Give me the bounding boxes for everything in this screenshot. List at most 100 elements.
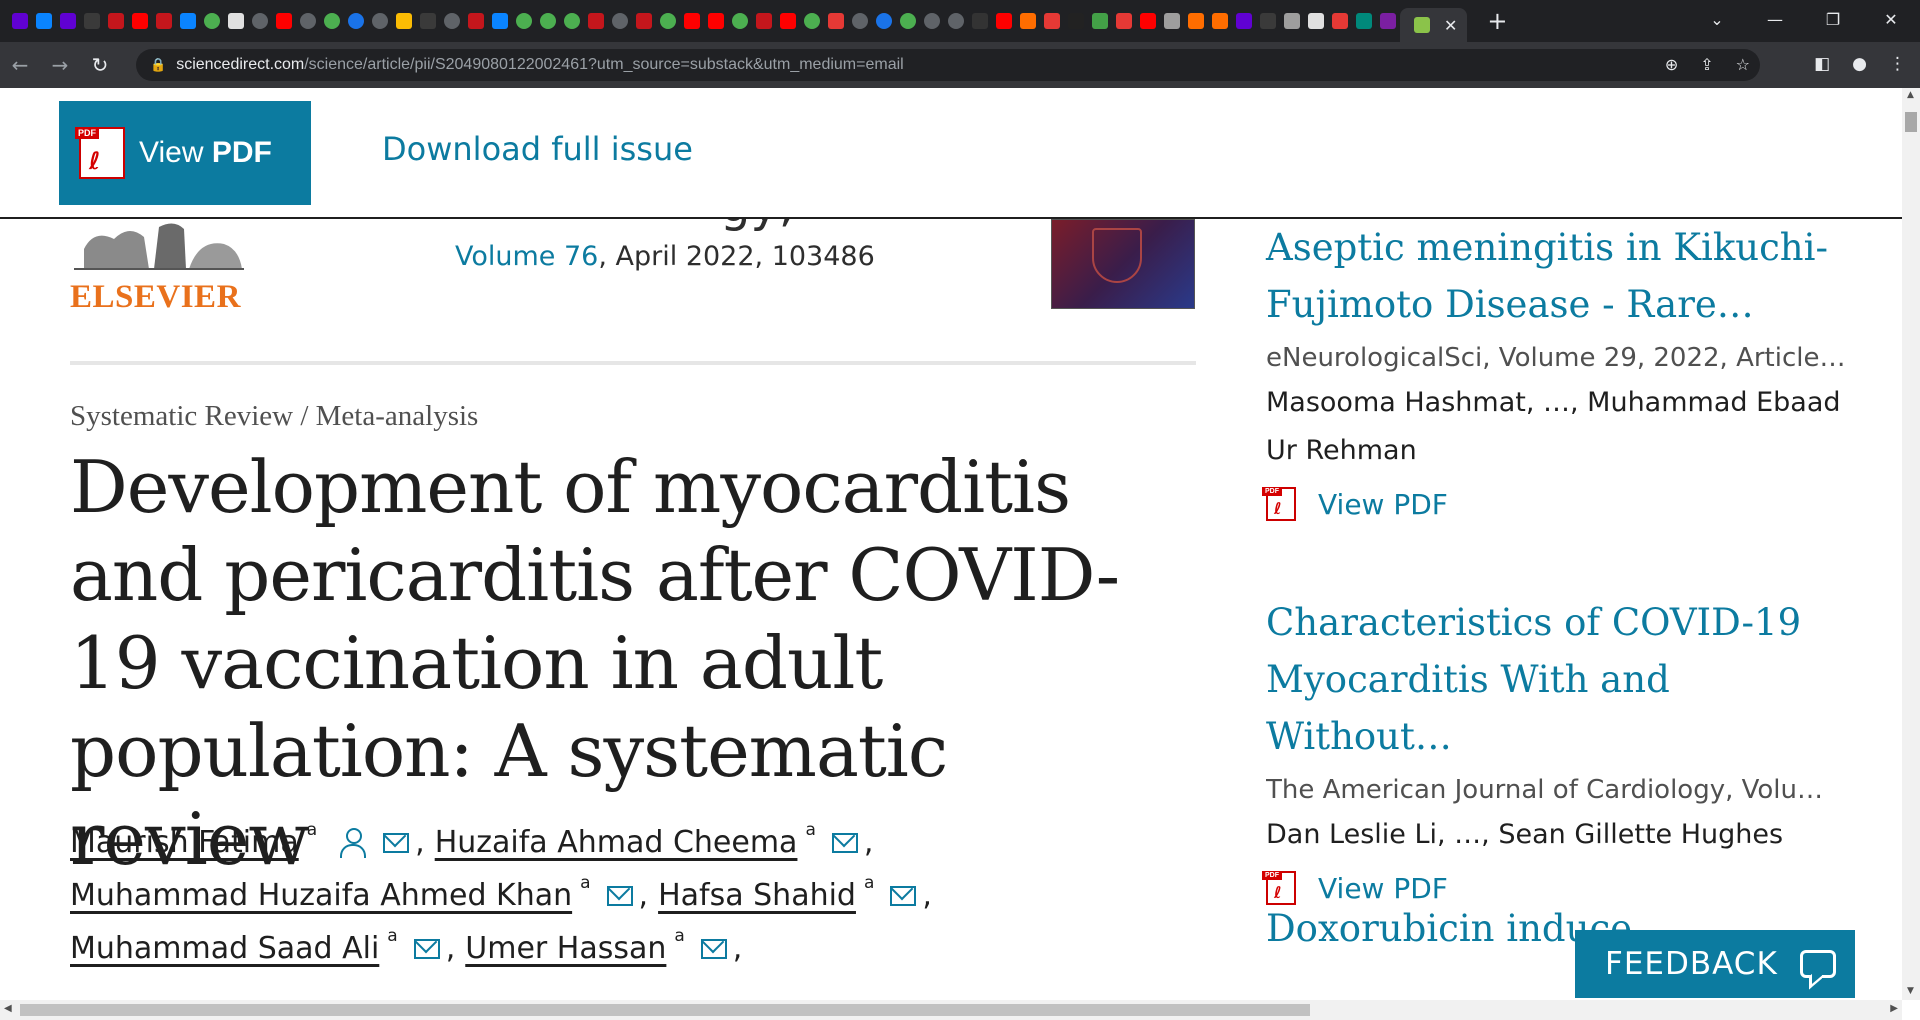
yt-favicon-icon[interactable] — [708, 13, 724, 29]
feedback-button[interactable]: FEEDBACK — [1575, 930, 1855, 998]
grid-favicon-icon[interactable] — [1308, 13, 1324, 29]
envelope-icon[interactable] — [700, 938, 727, 959]
tag-favicon-icon[interactable] — [1356, 13, 1372, 29]
mic-favicon-icon[interactable] — [1332, 13, 1348, 29]
play-favicon-icon[interactable] — [660, 13, 676, 29]
zoom-icon[interactable]: ⊕ — [1665, 55, 1678, 74]
bi-favicon-icon[interactable] — [636, 13, 652, 29]
yahoo-favicon-icon[interactable] — [1236, 13, 1252, 29]
play-favicon-icon[interactable] — [732, 13, 748, 29]
volume-link[interactable]: Volume 76 — [455, 241, 598, 272]
li-favicon-icon[interactable] — [1260, 13, 1276, 29]
author-name[interactable]: Maurish Fatima — [70, 816, 299, 869]
author-name[interactable]: Huzaifa Ahmad Cheema — [435, 816, 798, 869]
yt-favicon-icon[interactable] — [276, 13, 292, 29]
bi-favicon-icon[interactable] — [468, 13, 484, 29]
person-icon[interactable] — [339, 827, 367, 858]
scroll-right-arrow-icon[interactable]: ▶ — [1890, 1003, 1898, 1014]
edge-favicon-icon[interactable] — [180, 13, 196, 29]
yt-favicon-icon[interactable] — [684, 13, 700, 29]
recommended-article-title[interactable]: Characteristics of COVID-19 Myocarditis … — [1266, 594, 1866, 765]
play-favicon-icon[interactable] — [516, 13, 532, 29]
horizontal-scrollbar[interactable]: ◀ ▶ — [0, 1000, 1902, 1020]
author-name[interactable]: Umer Hassan — [465, 922, 666, 975]
recommended-article-title[interactable]: Aseptic meningitis in Kikuchi-Fujimoto D… — [1266, 219, 1866, 333]
round-favicon-icon[interactable] — [948, 13, 964, 29]
round-favicon-icon[interactable] — [612, 13, 628, 29]
bookmark-favicon-icon[interactable] — [1212, 13, 1228, 29]
bi-favicon-icon[interactable] — [108, 13, 124, 29]
envelope-icon[interactable] — [383, 832, 410, 853]
mic-favicon-icon[interactable] — [1044, 13, 1060, 29]
active-tab[interactable]: ✕ — [1400, 8, 1468, 42]
tab-search-icon[interactable]: ⌄ — [1688, 10, 1746, 29]
search-favicon-icon[interactable] — [348, 13, 364, 29]
envelope-icon[interactable] — [831, 832, 858, 853]
lock-icon[interactable]: 🔒 — [150, 58, 166, 73]
tab-close-icon[interactable]: ✕ — [1444, 16, 1457, 35]
round-favicon-icon[interactable] — [444, 13, 460, 29]
view-pdf-button[interactable]: PDF ℓ View PDF — [59, 101, 311, 205]
scroll-up-arrow-icon[interactable]: ▲ — [1907, 90, 1914, 100]
menu-icon[interactable]: ⋮ — [1889, 54, 1906, 74]
round-favicon-icon[interactable] — [852, 13, 868, 29]
play-favicon-icon[interactable] — [540, 13, 556, 29]
author-affiliation[interactable]: a — [307, 804, 317, 857]
edge-favicon-icon[interactable] — [492, 13, 508, 29]
scroll-left-arrow-icon[interactable]: ◀ — [4, 1003, 12, 1014]
g9-favicon-icon[interactable] — [1092, 13, 1108, 29]
profile-icon[interactable]: ● — [1852, 54, 1867, 74]
grid-favicon-icon[interactable] — [228, 13, 244, 29]
yt-favicon-icon[interactable] — [1140, 13, 1156, 29]
mic-favicon-icon[interactable] — [828, 13, 844, 29]
envelope-icon[interactable] — [413, 938, 440, 959]
play-favicon-icon[interactable] — [204, 13, 220, 29]
envelope-icon[interactable] — [606, 885, 633, 906]
round-favicon-icon[interactable] — [300, 13, 316, 29]
address-bar[interactable]: 🔒 sciencedirect.com/science/article/pii/… — [136, 49, 1760, 81]
yt-favicon-icon[interactable] — [996, 13, 1012, 29]
g-favicon-icon[interactable] — [396, 13, 412, 29]
li-favicon-icon[interactable] — [420, 13, 436, 29]
author-affiliation[interactable]: a — [387, 910, 397, 963]
yt-favicon-icon[interactable] — [132, 13, 148, 29]
play-favicon-icon[interactable] — [804, 13, 820, 29]
bi-favicon-icon[interactable] — [156, 13, 172, 29]
window-close-icon[interactable]: ✕ — [1862, 10, 1920, 29]
share-icon[interactable]: ⇪ — [1700, 55, 1713, 74]
play-favicon-icon[interactable] — [564, 13, 580, 29]
download-full-issue-link[interactable]: Download full issue — [382, 130, 693, 168]
elsevier-logo[interactable]: ELSEVIER — [70, 219, 250, 339]
search-favicon-icon[interactable] — [876, 13, 892, 29]
author-name[interactable]: Hafsa Shahid — [658, 869, 856, 922]
nyt-favicon-icon[interactable] — [972, 13, 988, 29]
person-favicon-icon[interactable] — [1164, 13, 1180, 29]
yahoo-favicon-icon[interactable] — [12, 13, 28, 29]
horizontal-scroll-thumb[interactable] — [20, 1004, 1310, 1016]
side-panel-icon[interactable]: ◧ — [1814, 54, 1830, 74]
author-name[interactable]: Muhammad Saad Ali — [70, 922, 379, 975]
play-favicon-icon[interactable] — [900, 13, 916, 29]
bookmark-star-icon[interactable]: ☆ — [1736, 55, 1750, 74]
bi-favicon-icon[interactable] — [756, 13, 772, 29]
bookmark-favicon-icon[interactable] — [1020, 13, 1036, 29]
restore-icon[interactable]: ❐ — [1804, 10, 1862, 29]
journal-cover-image[interactable] — [1051, 219, 1195, 309]
minimize-icon[interactable]: — — [1746, 10, 1804, 29]
round-favicon-icon[interactable] — [252, 13, 268, 29]
forward-icon[interactable]: → — [40, 53, 80, 77]
author-affiliation[interactable]: a — [674, 910, 684, 963]
li-favicon-icon[interactable] — [84, 13, 100, 29]
mic-favicon-icon[interactable] — [1116, 13, 1132, 29]
bi-favicon-icon[interactable] — [588, 13, 604, 29]
round-favicon-icon[interactable] — [372, 13, 388, 29]
yahoo-favicon-icon[interactable] — [60, 13, 76, 29]
recommended-view-pdf-link[interactable]: PDF ℓ View PDF — [1262, 487, 1866, 521]
author-name[interactable]: Muhammad Huzaifa Ahmed Khan — [70, 869, 572, 922]
new-tab-button[interactable]: + — [1487, 7, 1507, 35]
yt-favicon-icon[interactable] — [780, 13, 796, 29]
theta-favicon-icon[interactable] — [1068, 13, 1084, 29]
edge-favicon-icon[interactable] — [36, 13, 52, 29]
reload-icon[interactable]: ↻ — [80, 53, 120, 77]
bookmark-favicon-icon[interactable] — [1188, 13, 1204, 29]
